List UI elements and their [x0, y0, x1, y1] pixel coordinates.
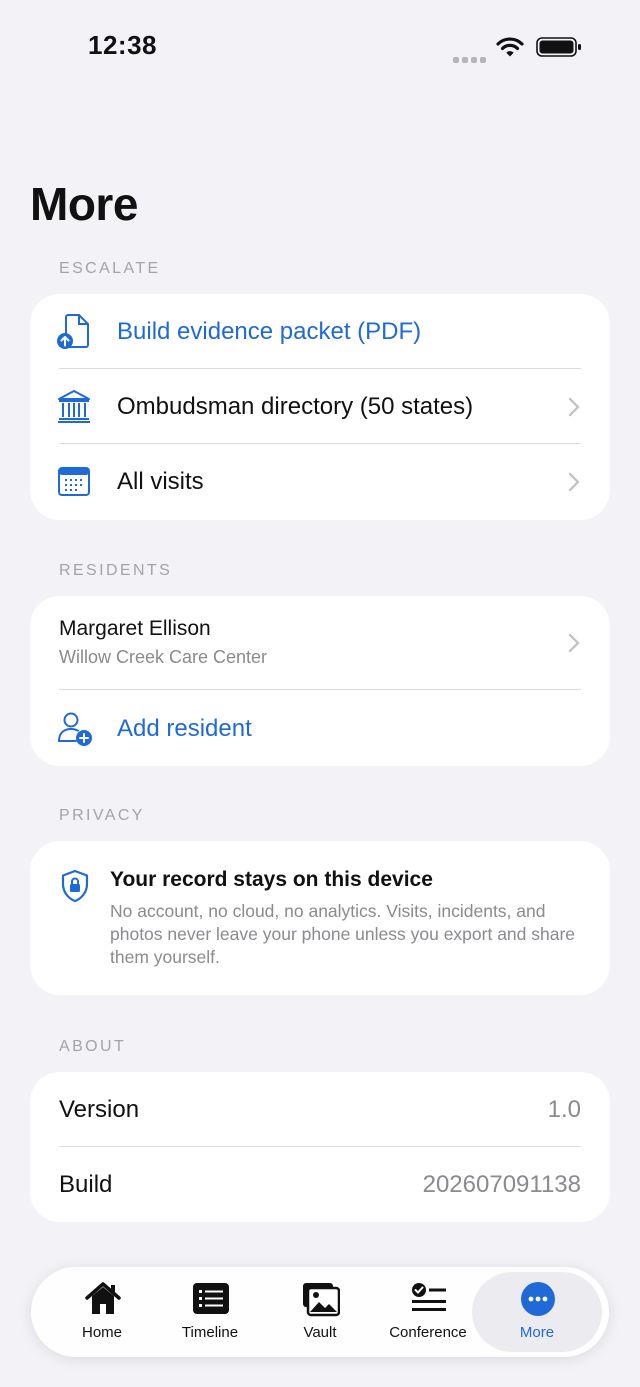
tab-more[interactable]: More: [472, 1272, 602, 1352]
chevron-right-icon: [568, 397, 580, 417]
wifi-icon: [496, 37, 524, 57]
all-visits-row[interactable]: All visits: [30, 444, 610, 519]
document-upload-icon: [57, 314, 89, 349]
more-screen: 12:38 More ESCALATE Build evidence packe…: [0, 0, 640, 1387]
version-value: 1.0: [547, 1096, 581, 1123]
list-icon: [193, 1283, 229, 1314]
ombudsman-directory-label: Ombudsman directory (50 states): [117, 393, 474, 420]
resident-facility: Willow Creek Care Center: [59, 647, 268, 667]
tab-timeline[interactable]: Timeline: [156, 1267, 264, 1357]
checklist-icon: [412, 1283, 446, 1311]
divider: [59, 689, 581, 690]
tab-more-label: More: [519, 1324, 555, 1341]
build-evidence-packet-row[interactable]: Build evidence packet (PDF): [30, 294, 610, 369]
tab-conference[interactable]: Conference: [374, 1267, 482, 1357]
about-card: Version 1.0 Build 202607091138: [30, 1072, 610, 1222]
shield-lock-icon: [61, 869, 89, 903]
privacy-title: Your record stays on this device: [110, 868, 433, 891]
privacy-description: No account, no cloud, no analytics. Visi…: [110, 901, 576, 967]
section-label-residents: RESIDENTS: [59, 562, 173, 579]
version-row: Version 1.0: [30, 1072, 610, 1147]
photos-icon: [303, 1283, 340, 1317]
all-visits-label: All visits: [117, 468, 204, 495]
status-bar: 12:38: [0, 0, 640, 95]
build-label: Build: [59, 1171, 113, 1198]
calendar-icon: [58, 467, 90, 496]
chevron-right-icon: [568, 472, 580, 492]
build-value: 202607091138: [422, 1171, 581, 1198]
add-resident-row[interactable]: Add resident: [30, 691, 610, 766]
build-evidence-packet-label: Build evidence packet (PDF): [117, 318, 422, 345]
version-label: Version: [59, 1096, 140, 1123]
build-row: Build 202607091138: [30, 1147, 610, 1222]
privacy-card: Your record stays on this device No acco…: [30, 841, 610, 995]
tab-home[interactable]: Home: [48, 1267, 156, 1357]
status-time: 12:38: [88, 30, 157, 60]
tab-bar: Home Timeline Vault Conference More: [31, 1267, 609, 1357]
section-label-about: ABOUT: [59, 1038, 127, 1055]
page-title: More: [30, 178, 138, 230]
tab-vault[interactable]: Vault: [266, 1267, 374, 1357]
tab-home-label: Home: [81, 1324, 122, 1341]
escalate-card: Build evidence packet (PDF) Ombudsman di…: [30, 294, 610, 520]
tab-vault-label: Vault: [303, 1324, 337, 1341]
residents-card: Margaret Ellison Willow Creek Care Cente…: [30, 596, 610, 766]
tab-timeline-label: Timeline: [181, 1324, 239, 1341]
chevron-right-icon: [568, 633, 580, 653]
section-label-escalate: ESCALATE: [59, 260, 161, 277]
bank-building-icon: [58, 390, 90, 423]
add-person-icon: [58, 712, 92, 746]
ombudsman-directory-row[interactable]: Ombudsman directory (50 states): [30, 369, 610, 444]
section-label-privacy: PRIVACY: [59, 807, 145, 824]
battery-icon: [536, 37, 581, 57]
add-resident-label: Add resident: [117, 715, 252, 742]
house-icon: [85, 1282, 121, 1314]
ellipsis-icon: [521, 1282, 555, 1316]
resident-name: Margaret Ellison: [59, 617, 211, 640]
signal-dots-icon: [453, 50, 489, 68]
resident-row[interactable]: Margaret Ellison Willow Creek Care Cente…: [30, 596, 610, 690]
tab-conference-label: Conference: [389, 1324, 467, 1341]
